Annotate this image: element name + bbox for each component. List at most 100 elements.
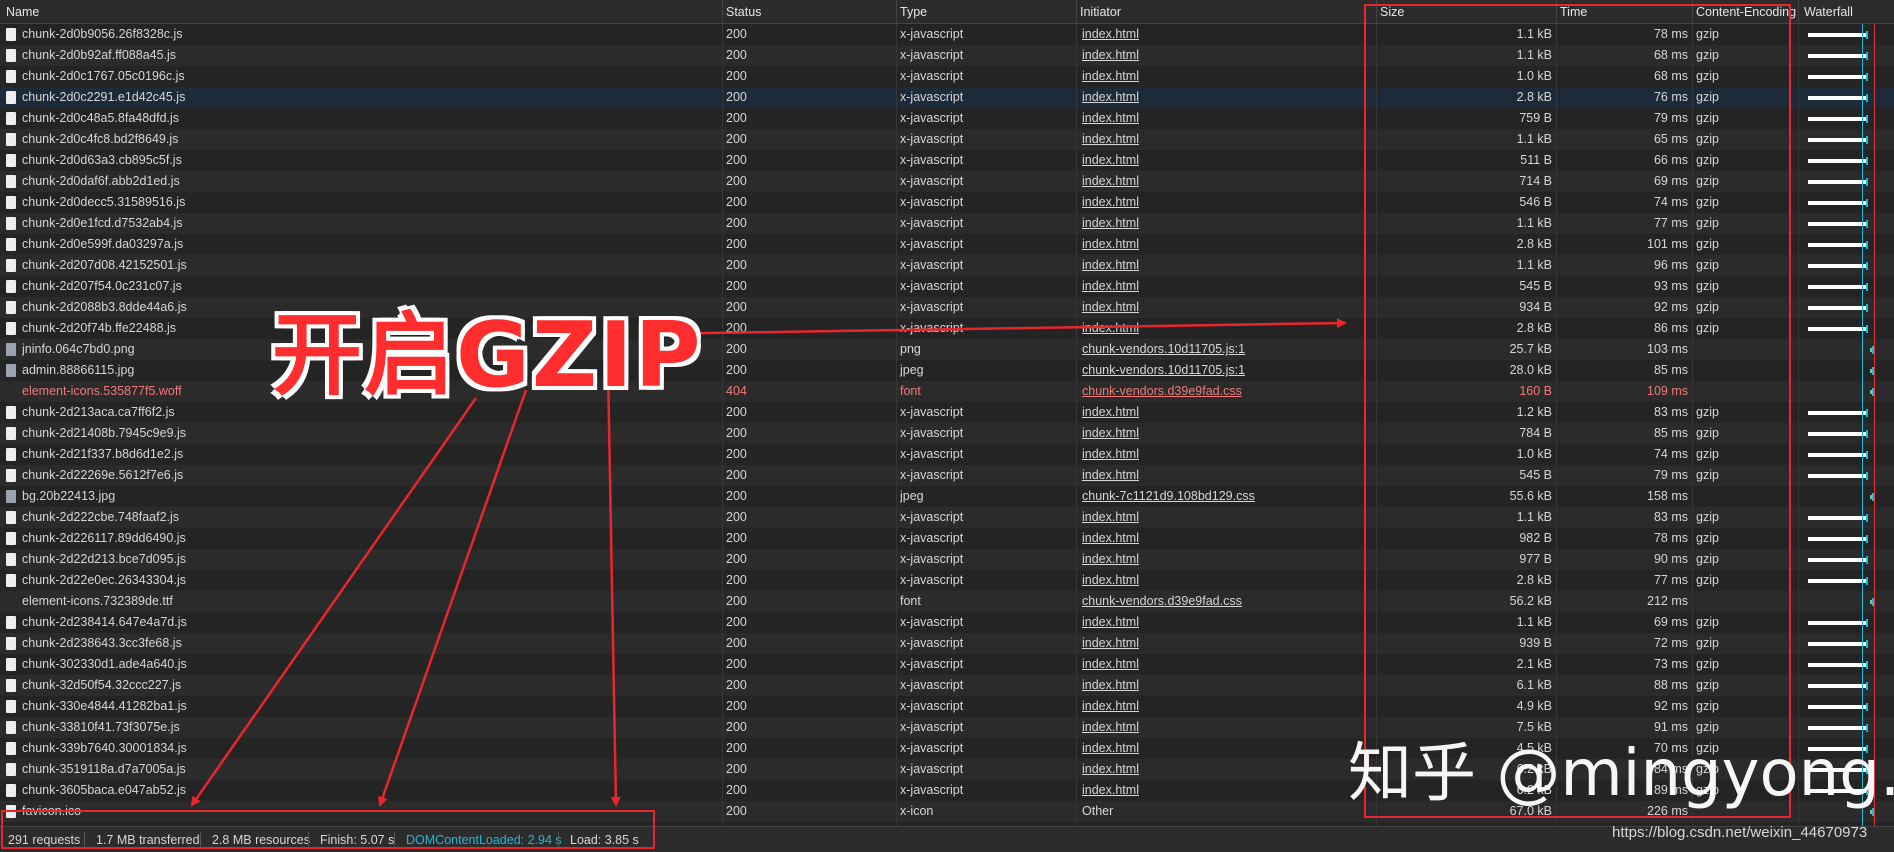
file-icon <box>6 91 16 104</box>
request-initiator[interactable]: index.html <box>1082 573 1139 587</box>
table-row[interactable]: chunk-2d207f54.0c231c07.js 200 x-javascrip… <box>0 276 1894 297</box>
request-time: 109 ms <box>1647 384 1688 398</box>
request-size-cell: 25.7 kB <box>1380 342 1552 356</box>
request-initiator[interactable]: index.html <box>1082 279 1139 293</box>
request-size-cell: 4.5 kB <box>1380 741 1552 755</box>
request-initiator[interactable]: index.html <box>1082 531 1139 545</box>
table-row[interactable]: chunk-339b7640.30001834.js 200 x-javascrip… <box>0 738 1894 759</box>
table-row[interactable]: chunk-2d22d213.bce7d095.js 200 x-javascrip… <box>0 549 1894 570</box>
table-row[interactable]: favicon.ico 200 x-icon Other 67.0 kB 226 ms <box>0 801 1894 822</box>
column-size-header[interactable]: Size <box>1380 5 1404 19</box>
request-initiator[interactable]: index.html <box>1082 615 1139 629</box>
request-type-cell: png <box>900 342 1070 356</box>
request-initiator[interactable]: index.html <box>1082 510 1139 524</box>
request-initiator[interactable]: index.html <box>1082 321 1139 335</box>
table-row[interactable]: chunk-2d21f337.b8d6d1e2.js 200 x-javascrip… <box>0 444 1894 465</box>
request-initiator[interactable]: index.html <box>1082 153 1139 167</box>
table-row[interactable]: chunk-2d22e0ec.26343304.js 200 x-javascrip… <box>0 570 1894 591</box>
table-row[interactable]: chunk-2d0c1767.05c0196c.js 200 x-javascrip… <box>0 66 1894 87</box>
request-initiator[interactable]: index.html <box>1082 426 1139 440</box>
column-content-encoding-header[interactable]: Content-Encoding <box>1696 5 1796 19</box>
table-row[interactable]: jninfo.064c7bd0.png 200 png chunk-vendors.1… <box>0 339 1894 360</box>
request-initiator[interactable]: index.html <box>1082 195 1139 209</box>
request-initiator[interactable]: index.html <box>1082 468 1139 482</box>
request-type-cell: x-javascript <box>900 615 1070 629</box>
column-initiator-header[interactable]: Initiator <box>1080 5 1121 19</box>
request-initiator[interactable]: index.html <box>1082 405 1139 419</box>
request-initiator[interactable]: chunk-vendors.10d11705.js:1 <box>1082 342 1245 356</box>
column-time-header[interactable]: Time <box>1560 5 1587 19</box>
table-row[interactable]: chunk-3605baca.e047ab52.js 200 x-javascrip… <box>0 780 1894 801</box>
request-initiator[interactable]: index.html <box>1082 720 1139 734</box>
table-row[interactable]: chunk-2d222cbe.748faaf2.js 200 x-javascrip… <box>0 507 1894 528</box>
table-row[interactable]: chunk-2d0daf6f.abb2d1ed.js 200 x-javascrip… <box>0 171 1894 192</box>
column-name-header[interactable]: Name <box>6 5 39 19</box>
column-status-header[interactable]: Status <box>726 5 761 19</box>
column-waterfall-header[interactable]: Waterfall <box>1804 5 1853 19</box>
table-row[interactable]: chunk-2d0c4fc8.bd2f8649.js 200 x-javascrip… <box>0 129 1894 150</box>
table-row[interactable]: chunk-2d238643.3cc3fe68.js 200 x-javascrip… <box>0 633 1894 654</box>
table-row[interactable]: chunk-2d238414.647e4a7d.js 200 x-javascrip… <box>0 612 1894 633</box>
request-encoding: gzip <box>1696 615 1719 629</box>
request-initiator[interactable]: index.html <box>1082 741 1139 755</box>
request-size-cell: 2.8 kB <box>1380 237 1552 251</box>
table-row[interactable]: chunk-2d0c2291.e1d42c45.js 200 x-javascrip… <box>0 87 1894 108</box>
request-initiator[interactable]: index.html <box>1082 111 1139 125</box>
table-row[interactable]: element-icons.732389de.ttf 200 font chunk-v… <box>0 591 1894 612</box>
request-initiator[interactable]: index.html <box>1082 447 1139 461</box>
column-type-header[interactable]: Type <box>900 5 927 19</box>
request-type: x-javascript <box>900 27 964 41</box>
request-size: 511 B <box>1520 153 1552 167</box>
table-row[interactable]: chunk-3519118a.d7a7005a.js 200 x-javascrip… <box>0 759 1894 780</box>
table-row[interactable]: chunk-2d22269e.5612f7e6.js 200 x-javascrip… <box>0 465 1894 486</box>
request-initiator[interactable]: index.html <box>1082 216 1139 230</box>
request-initiator[interactable]: chunk-vendors.d39e9fad.css <box>1082 384 1242 398</box>
table-row[interactable]: admin.88866115.jpg 200 jpeg chunk-vendors.1… <box>0 360 1894 381</box>
request-initiator[interactable]: index.html <box>1082 552 1139 566</box>
table-row[interactable]: chunk-2d0e599f.da03297a.js 200 x-javascrip… <box>0 234 1894 255</box>
request-initiator[interactable]: index.html <box>1082 69 1139 83</box>
table-row[interactable]: bg.20b22413.jpg 200 jpeg chunk-7c1121d9.108… <box>0 486 1894 507</box>
request-initiator[interactable]: chunk-vendors.10d11705.js:1 <box>1082 363 1245 377</box>
table-row[interactable]: chunk-2d0d63a3.cb895c5f.js 200 x-javascrip… <box>0 150 1894 171</box>
request-initiator[interactable]: index.html <box>1082 90 1139 104</box>
request-initiator[interactable]: index.html <box>1082 300 1139 314</box>
table-row[interactable]: chunk-2d207d08.42152501.js 200 x-javascrip… <box>0 255 1894 276</box>
table-row[interactable]: chunk-2d0c48a5.8fa48dfd.js 200 x-javascrip… <box>0 108 1894 129</box>
request-initiator[interactable]: index.html <box>1082 762 1139 776</box>
table-row[interactable]: chunk-330e4844.41282ba1.js 200 x-javascrip… <box>0 696 1894 717</box>
request-initiator[interactable]: chunk-7c1121d9.108bd129.css <box>1082 489 1255 503</box>
request-initiator[interactable]: index.html <box>1082 237 1139 251</box>
request-initiator-cell: index.html <box>1082 657 1372 671</box>
request-time-cell: 76 ms <box>1560 90 1688 104</box>
request-time-cell: 72 ms <box>1560 636 1688 650</box>
request-initiator[interactable]: index.html <box>1082 48 1139 62</box>
request-name-cell: chunk-2d2088b3.8dde44a6.js <box>22 300 712 314</box>
request-initiator[interactable]: index.html <box>1082 783 1139 797</box>
request-size-cell: 160 B <box>1380 384 1552 398</box>
request-initiator[interactable]: index.html <box>1082 174 1139 188</box>
table-row[interactable]: chunk-2d213aca.ca7ff6f2.js 200 x-javascrip… <box>0 402 1894 423</box>
request-initiator[interactable]: index.html <box>1082 132 1139 146</box>
table-row[interactable]: chunk-2d0b9056.26f8328c.js 200 x-javascrip… <box>0 24 1894 45</box>
request-initiator[interactable]: chunk-vendors.d39e9fad.css <box>1082 594 1242 608</box>
table-row[interactable]: chunk-2d0e1fcd.d7532ab4.js 200 x-javascrip… <box>0 213 1894 234</box>
request-time: 65 ms <box>1653 132 1688 146</box>
request-initiator[interactable]: index.html <box>1082 27 1139 41</box>
table-row[interactable]: chunk-2d21408b.7945c9e9.js 200 x-javascrip… <box>0 423 1894 444</box>
table-row[interactable]: chunk-302330d1.ade4a640.js 200 x-javascrip… <box>0 654 1894 675</box>
table-row[interactable]: chunk-33810f41.73f3075e.js 200 x-javascrip… <box>0 717 1894 738</box>
request-initiator[interactable]: index.html <box>1082 636 1139 650</box>
table-row[interactable]: chunk-2d0decc5.31589516.js 200 x-javascrip… <box>0 192 1894 213</box>
table-row[interactable]: chunk-32d50f54.32ccc227.js 200 x-javascrip… <box>0 675 1894 696</box>
request-initiator[interactable]: index.html <box>1082 258 1139 272</box>
table-row[interactable]: chunk-2d226117.89dd6490.js 200 x-javascrip… <box>0 528 1894 549</box>
request-initiator[interactable]: index.html <box>1082 657 1139 671</box>
request-size: 1.1 kB <box>1516 27 1552 41</box>
table-row[interactable]: element-icons.535877f5.woff 404 font chunk-… <box>0 381 1894 402</box>
table-row[interactable]: chunk-2d2088b3.8dde44a6.js 200 x-javascrip… <box>0 297 1894 318</box>
request-initiator[interactable]: index.html <box>1082 678 1139 692</box>
request-initiator[interactable]: index.html <box>1082 699 1139 713</box>
table-row[interactable]: chunk-2d0b92af.ff088a45.js 200 x-javascrip… <box>0 45 1894 66</box>
table-row[interactable]: chunk-2d20f74b.ffe22488.js 200 x-javascrip… <box>0 318 1894 339</box>
